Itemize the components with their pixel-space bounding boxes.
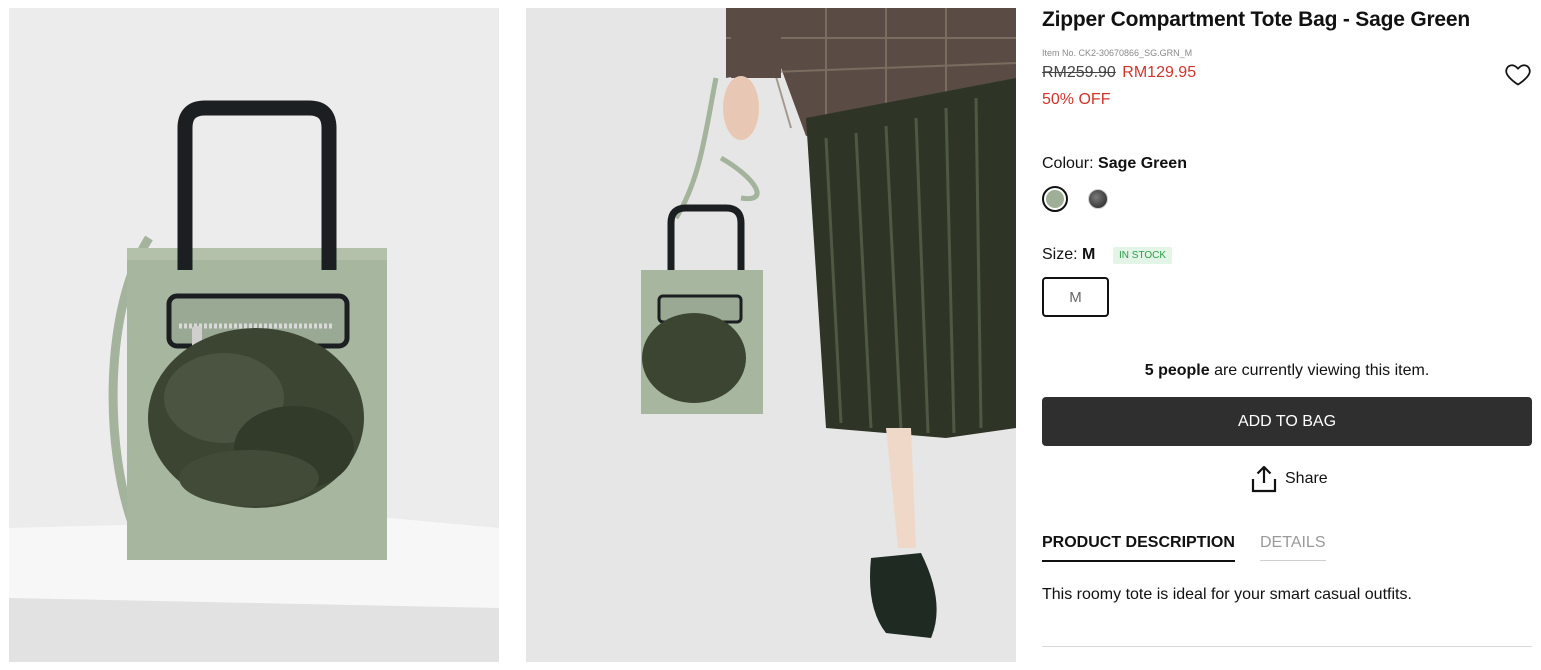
size-value: M xyxy=(1082,246,1096,263)
product-image-2-illustration xyxy=(526,8,1016,662)
colour-swatch-sage-green[interactable] xyxy=(1042,186,1068,212)
product-image-1[interactable] xyxy=(9,8,499,662)
share-label: Share xyxy=(1285,470,1328,487)
colour-value: Sage Green xyxy=(1098,155,1187,172)
colour-swatch-dark-grey[interactable] xyxy=(1085,186,1111,212)
tab-details[interactable]: DETAILS xyxy=(1260,534,1326,561)
share-upload-icon xyxy=(1251,465,1277,493)
item-number: Item No. CK2-30670866_SG.GRN_M xyxy=(1042,48,1193,58)
price-row: RM259.90 RM129.95 xyxy=(1042,64,1196,82)
viewing-count: 5 people xyxy=(1144,362,1210,379)
product-image-1-illustration xyxy=(9,8,499,662)
size-label: Size: M xyxy=(1042,246,1095,264)
product-image-2[interactable] xyxy=(526,8,1016,662)
tab-product-description[interactable]: PRODUCT DESCRIPTION xyxy=(1042,534,1235,562)
original-price: RM259.90 xyxy=(1042,64,1116,81)
size-label-text: Size: xyxy=(1042,246,1078,263)
viewing-notice: 5 people are currently viewing this item… xyxy=(1042,362,1532,380)
divider xyxy=(1042,646,1532,647)
colour-label: Colour: Sage Green xyxy=(1042,155,1187,173)
stock-badge: IN STOCK xyxy=(1113,247,1173,264)
add-to-bag-button[interactable]: ADD TO BAG xyxy=(1042,397,1532,446)
discount-label: 50% OFF xyxy=(1042,91,1111,108)
product-description-text: This roomy tote is ideal for your smart … xyxy=(1042,586,1412,603)
colour-label-text: Colour: xyxy=(1042,155,1094,172)
size-option-m[interactable]: M xyxy=(1042,277,1109,317)
wishlist-button[interactable] xyxy=(1504,60,1532,88)
share-button[interactable]: Share xyxy=(1251,465,1328,493)
viewing-text: are currently viewing this item. xyxy=(1209,362,1430,379)
product-title: Zipper Compartment Tote Bag - Sage Green xyxy=(1042,8,1471,31)
sale-price: RM129.95 xyxy=(1122,64,1197,81)
heart-icon xyxy=(1505,64,1531,86)
